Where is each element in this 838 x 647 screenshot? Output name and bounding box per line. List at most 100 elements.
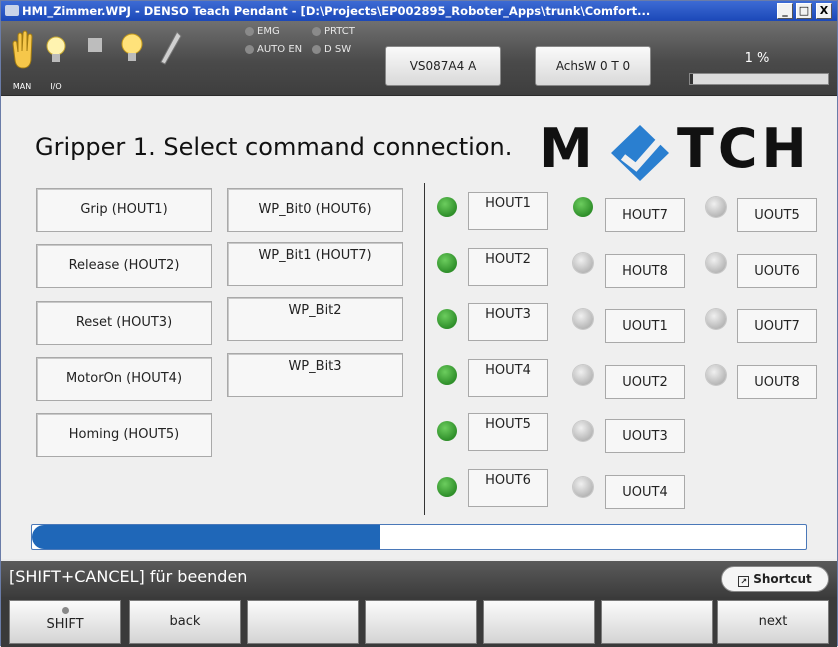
- hout4-status-led-icon: [437, 365, 457, 385]
- app-icon: [5, 5, 19, 16]
- prtct-label: PRTCT: [324, 26, 355, 37]
- hout4-button[interactable]: HOUT4: [468, 359, 548, 397]
- motoron-hout4-button[interactable]: MotorOn (HOUT4): [36, 357, 212, 401]
- hout7-status-led-icon: [573, 197, 593, 217]
- wp-bit1-hout7-button[interactable]: WP_Bit1 (HOUT7): [227, 242, 403, 286]
- hout5-button[interactable]: HOUT5: [468, 413, 548, 451]
- logo-a-icon: [611, 125, 669, 181]
- tool-button[interactable]: [151, 24, 191, 94]
- match-logo: M TCH: [539, 117, 831, 183]
- shortcut-button[interactable]: ↗ Shortcut: [721, 566, 829, 592]
- mode-label: MAN: [12, 82, 32, 91]
- auto-en-indicator: AUTO EN: [245, 44, 302, 55]
- lightbulb-io-icon: [46, 36, 66, 62]
- emg-indicator: EMG: [245, 26, 280, 37]
- io-label: I/O: [50, 82, 62, 91]
- speed-percent: 1 %: [744, 51, 770, 66]
- toolbar: MAN I/O EMG PRTCT AUTO EN D SW VS087A4 A…: [1, 21, 837, 96]
- back-key[interactable]: back: [129, 600, 241, 644]
- status-bar: [SHIFT+CANCEL] für beenden ↗ Shortcut: [1, 561, 837, 597]
- dsw-indicator: D SW: [312, 44, 351, 55]
- hout1-status-led-icon: [437, 197, 457, 217]
- function-key-3[interactable]: [247, 600, 359, 644]
- uout4-status-led-icon: [573, 477, 593, 497]
- window-title: HMI_Zimmer.WPJ - DENSO Teach Pendant - […: [22, 4, 651, 18]
- logo-letter-m: M: [539, 117, 597, 180]
- dsw-label: D SW: [324, 44, 352, 55]
- hout8-button[interactable]: HOUT8: [605, 254, 685, 288]
- lightbulb-icon: [121, 33, 143, 61]
- shortcut-label: Shortcut: [753, 572, 812, 586]
- release-hout2-button[interactable]: Release (HOUT2): [36, 244, 212, 288]
- uout5-status-led-icon: [706, 197, 726, 217]
- wp-bit0-hout6-button[interactable]: WP_Bit0 (HOUT6): [227, 188, 403, 232]
- shortcut-icon: ↗: [738, 576, 750, 587]
- uout1-button[interactable]: UOUT1: [605, 309, 685, 343]
- stop-button[interactable]: [77, 24, 111, 94]
- hout3-button[interactable]: HOUT3: [468, 303, 548, 341]
- hout8-status-led-icon: [573, 253, 593, 273]
- emg-label: EMG: [257, 26, 280, 37]
- prtct-led-icon: [312, 26, 321, 36]
- uout6-button[interactable]: UOUT6: [737, 254, 817, 288]
- emg-led-icon: [245, 26, 254, 36]
- next-key[interactable]: next: [717, 600, 829, 644]
- hout7-button[interactable]: HOUT7: [605, 198, 685, 232]
- progress-bar: [31, 524, 807, 550]
- uout2-status-led-icon: [573, 365, 593, 385]
- uout3-status-led-icon: [573, 421, 593, 441]
- lamp-button[interactable]: [115, 24, 149, 94]
- close-button[interactable]: X: [816, 3, 832, 19]
- function-key-5[interactable]: [483, 600, 595, 644]
- function-key-bar: SHIFT back next: [1, 597, 837, 647]
- manual-mode-button[interactable]: MAN: [5, 24, 39, 94]
- speed-bar[interactable]: [689, 73, 829, 85]
- speed-bar-fill: [690, 74, 693, 84]
- maximize-button[interactable]: □: [796, 3, 812, 19]
- main-content: Gripper 1. Select command connection. M …: [1, 97, 837, 559]
- axis-field[interactable]: AchsW 0 T 0: [535, 46, 651, 86]
- hout6-status-led-icon: [437, 477, 457, 497]
- hout6-button[interactable]: HOUT6: [468, 469, 548, 507]
- auto-en-label: AUTO EN: [257, 44, 303, 55]
- hout3-status-led-icon: [437, 309, 457, 329]
- wp-bit3-button[interactable]: WP_Bit3: [227, 353, 403, 397]
- uout1-status-led-icon: [573, 309, 593, 329]
- grip-hout1-button[interactable]: Grip (HOUT1): [36, 188, 212, 232]
- reset-hout3-button[interactable]: Reset (HOUT3): [36, 301, 212, 345]
- uout2-button[interactable]: UOUT2: [605, 365, 685, 399]
- shift-led-icon: [61, 607, 69, 614]
- logo-letters-tch: TCH: [677, 117, 811, 180]
- progress-bar-fill: [32, 525, 381, 549]
- vertical-divider: [424, 183, 425, 515]
- hout2-status-led-icon: [437, 253, 457, 273]
- io-button[interactable]: I/O: [39, 24, 73, 94]
- wrench-icon: [160, 31, 182, 65]
- auto-en-led-icon: [245, 44, 254, 54]
- hand-icon: [12, 30, 33, 69]
- function-key-6[interactable]: [601, 600, 713, 644]
- uout3-button[interactable]: UOUT3: [605, 419, 685, 453]
- shift-label: SHIFT: [46, 617, 84, 632]
- minimize-button[interactable]: _: [777, 3, 793, 19]
- uout6-status-led-icon: [706, 253, 726, 273]
- shift-key[interactable]: SHIFT: [9, 600, 121, 644]
- hout1-button[interactable]: HOUT1: [468, 192, 548, 230]
- uout7-status-led-icon: [706, 309, 726, 329]
- title-bar[interactable]: HMI_Zimmer.WPJ - DENSO Teach Pendant - […: [1, 1, 837, 21]
- page-title: Gripper 1. Select command connection.: [35, 133, 513, 161]
- function-key-4[interactable]: [365, 600, 477, 644]
- dsw-led-icon: [312, 44, 321, 54]
- uout8-button[interactable]: UOUT8: [737, 365, 817, 399]
- wp-bit2-button[interactable]: WP_Bit2: [227, 297, 403, 341]
- hout5-status-led-icon: [437, 421, 457, 441]
- application-window: HMI_Zimmer.WPJ - DENSO Teach Pendant - […: [0, 0, 838, 647]
- homing-hout5-button[interactable]: Homing (HOUT5): [36, 413, 212, 457]
- prtct-indicator: PRTCT: [312, 26, 355, 37]
- uout4-button[interactable]: UOUT4: [605, 475, 685, 509]
- robot-field[interactable]: VS087A4 A: [385, 46, 501, 86]
- uout7-button[interactable]: UOUT7: [737, 309, 817, 343]
- status-text: [SHIFT+CANCEL] für beenden: [9, 567, 248, 586]
- hout2-button[interactable]: HOUT2: [468, 248, 548, 286]
- uout5-button[interactable]: UOUT5: [737, 198, 817, 232]
